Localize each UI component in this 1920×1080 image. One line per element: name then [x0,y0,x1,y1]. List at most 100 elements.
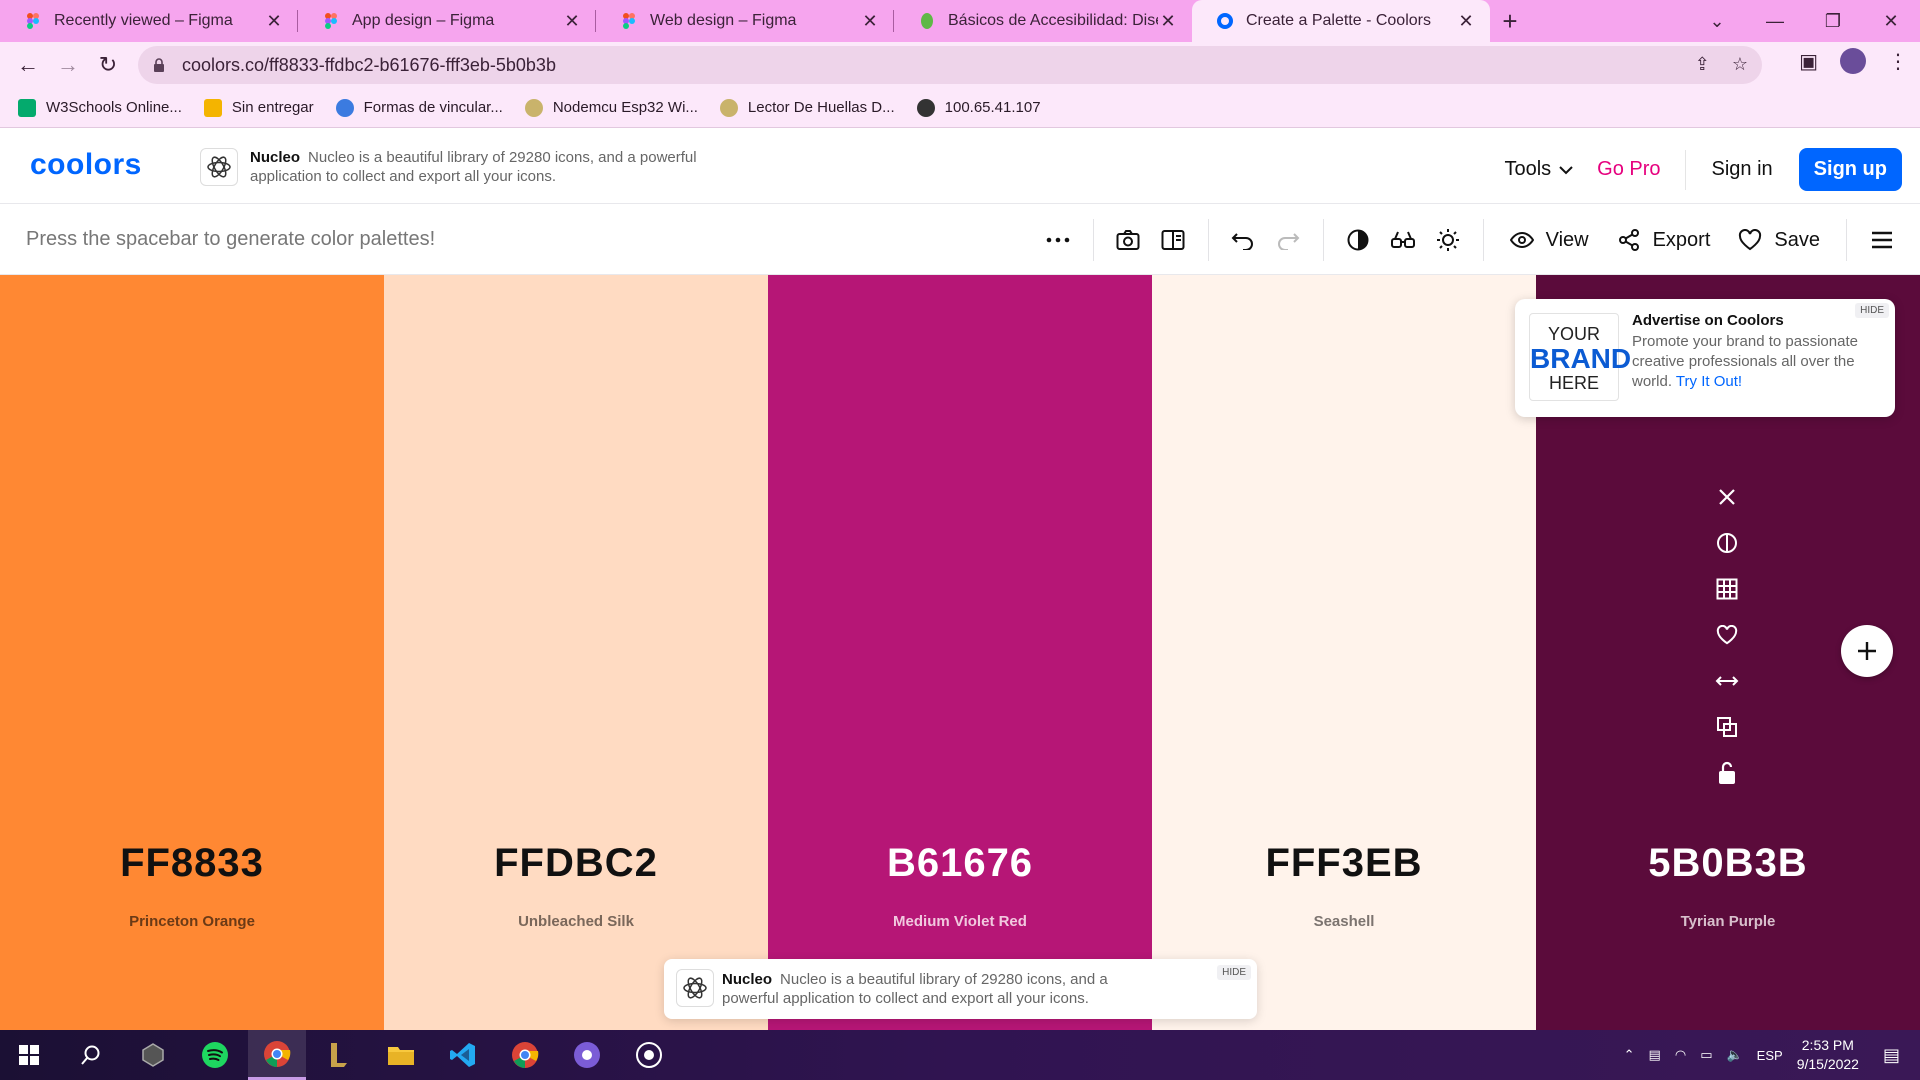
save-button[interactable]: Save [1724,229,1834,252]
taskbar-app-spotify[interactable] [186,1030,244,1080]
contrast-icon[interactable] [1336,219,1381,261]
bookmark-label: Nodemcu Esp32 Wi... [552,99,698,116]
bookmark-label: Sin entregar [231,99,314,116]
tab-web-design-figma[interactable]: Web design – Figma ✕ [596,0,894,42]
tools-menu[interactable]: Tools [1484,158,1593,181]
coolors-logo[interactable]: coolors [30,148,142,182]
color-swatch[interactable]: FFF3EB Seashell [1152,275,1536,1030]
swatch-hex[interactable]: FFF3EB [1152,841,1536,886]
brightness-icon[interactable] [1426,219,1471,261]
camera-icon[interactable] [1106,219,1151,261]
swatch-hex[interactable]: FF8833 [0,841,384,886]
bookmark-w3schools[interactable]: W3Schools Online... [18,98,182,117]
taskbar-app-obs[interactable] [620,1030,678,1080]
taskbar-app-chrome-2[interactable] [496,1030,554,1080]
go-pro-link[interactable]: Go Pro [1593,149,1686,190]
bottom-promo-name: Nucleo [722,971,773,988]
redo-icon[interactable] [1266,219,1311,261]
share-nodes-icon [1618,229,1639,251]
ad-try-link[interactable]: Try It Out! [1676,373,1742,390]
notifications-icon[interactable]: ▤ [1883,1045,1900,1066]
share-icon[interactable]: ⇪ [1695,54,1710,75]
back-icon[interactable]: ← [8,52,48,78]
ad-hide-button[interactable]: HIDE [1855,303,1889,318]
new-tab-button[interactable]: + [1490,0,1530,42]
clock[interactable]: 2:53 PM 9/15/2022 [1797,1036,1859,1074]
favorite-heart-icon[interactable] [1714,623,1740,647]
close-icon[interactable]: ✕ [1456,11,1476,32]
lock-open-icon[interactable] [1714,761,1740,785]
close-icon[interactable]: ✕ [562,11,582,32]
hamburger-menu-icon[interactable] [1859,219,1904,261]
add-color-button[interactable] [1841,625,1893,677]
close-window-button[interactable]: ✕ [1862,11,1920,32]
taskbar-app-lol[interactable] [310,1030,368,1080]
profile-avatar[interactable] [1840,48,1866,74]
tab-recently-viewed-figma[interactable]: Recently viewed – Figma ✕ [0,0,298,42]
reload-icon[interactable]: ↻ [88,52,128,78]
volume-icon[interactable]: 🔈 [1726,1047,1742,1063]
restore-button[interactable]: ❐ [1804,11,1862,32]
minimize-button[interactable]: — [1746,11,1804,32]
swatch-hex[interactable]: FFDBC2 [384,841,768,886]
swatch-hex[interactable]: B61676 [768,841,1152,886]
bookmark-nodemcu[interactable]: Nodemcu Esp32 Wi... [524,98,698,117]
taskbar-app-chrome-active[interactable] [248,1030,306,1080]
tab-basicos-accesibilidad[interactable]: Básicos de Accesibilidad: Diseñar ✕ [894,0,1192,42]
swatch-hex[interactable]: 5B0B3B [1536,841,1920,886]
header-promo[interactable]: Nucleo Nucleo is a beautiful library of 2… [200,148,710,186]
tab-title: Web design – Figma [650,12,797,29]
undo-icon[interactable] [1221,219,1266,261]
chevron-up-icon[interactable]: ⌃ [1624,1047,1635,1063]
taskbar-app-vscode[interactable] [434,1030,492,1080]
view-button[interactable]: View [1496,229,1603,252]
copy-icon[interactable] [1714,715,1740,739]
url-field[interactable]: coolors.co/ff8833-ffdbc2-b61676-fff3eb-5… [138,46,1762,84]
taskbar-app-explorer[interactable] [372,1030,430,1080]
side-panel-icon[interactable]: ▣ [1799,49,1818,74]
tab-coolors-active[interactable]: Create a Palette - Coolors ✕ [1192,0,1490,42]
export-button[interactable]: Export [1603,228,1725,252]
taskbar-app-chrome-profile[interactable] [558,1030,616,1080]
color-swatch[interactable]: FF8833 Princeton Orange [0,275,384,1030]
glasses-icon[interactable] [1381,219,1426,261]
forward-icon[interactable]: → [48,52,88,78]
bottom-promo-hide-button[interactable]: HIDE [1217,965,1251,980]
remove-color-icon[interactable] [1714,485,1740,509]
battery-icon[interactable]: ▭ [1700,1047,1712,1063]
drag-arrows-icon[interactable] [1714,669,1740,693]
grid-icon[interactable] [1714,577,1740,601]
browser-menu-icon[interactable]: ⋮ [1888,49,1908,74]
tab-search-icon[interactable]: ⌄ [1688,11,1746,32]
close-icon[interactable]: ✕ [1158,11,1178,32]
wifi-icon[interactable]: ◠ [1675,1047,1686,1063]
bottom-promo-banner[interactable]: Nucleo Nucleo is a beautiful library of 2… [664,959,1257,1019]
clock-date: 9/15/2022 [1796,1056,1859,1072]
color-swatch[interactable]: FFDBC2 Unbleached Silk [384,275,768,1030]
taskbar-app-unity[interactable] [124,1030,182,1080]
sign-up-button[interactable]: Sign up [1798,148,1902,191]
close-icon[interactable]: ✕ [264,11,284,32]
eye-icon [1509,231,1534,249]
toolbar-divider [1207,219,1209,261]
bookmark-star-icon[interactable]: ☆ [1732,54,1748,75]
more-options-icon[interactable] [1036,219,1081,261]
visualizer-icon[interactable] [1151,219,1196,261]
shades-icon[interactable] [1714,531,1740,555]
advertise-card[interactable]: YOUR BRAND HERE Advertise on Coolors Pro… [1515,299,1895,417]
update-icon[interactable]: ▤ [1649,1047,1661,1063]
bookmark-ip[interactable]: 100.65.41.107 [916,98,1041,117]
bookmark-lector-huellas[interactable]: Lector De Huellas D... [719,98,895,117]
bookmark-formas-vincular[interactable]: Formas de vincular... [335,98,503,117]
bookmark-sin-entregar[interactable]: Sin entregar [203,98,314,117]
language-indicator[interactable]: ESP [1757,1048,1783,1063]
color-swatch[interactable]: B61676 Medium Violet Red [768,275,1152,1030]
sign-in-link[interactable]: Sign in [1686,158,1799,181]
close-icon[interactable]: ✕ [860,11,880,32]
tab-app-design-figma[interactable]: App design – Figma ✕ [298,0,596,42]
swatch-name: Medium Violet Red [893,913,1027,930]
header-nav: Tools Go Pro Sign in Sign up [1484,148,1902,191]
start-button[interactable] [0,1030,58,1080]
search-button[interactable] [62,1030,120,1080]
promo-text: Nucleo Nucleo is a beautiful library of 2… [250,148,710,186]
